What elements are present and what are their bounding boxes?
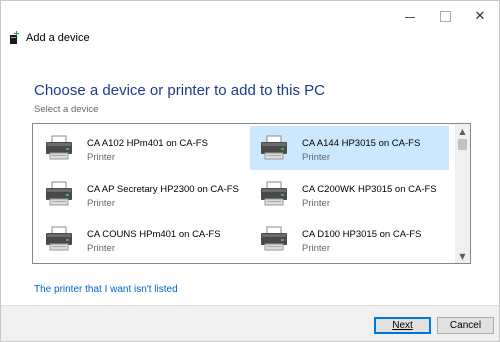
device-list[interactable]: CA A102 HPm401 on CA-FS Printer CA A144 …: [32, 123, 471, 264]
device-name: CA A144 HP3015 on CA-FS: [302, 138, 421, 149]
dialog-title: Add a device: [26, 32, 90, 44]
printer-icon: [44, 225, 74, 253]
scroll-thumb[interactable]: [458, 139, 467, 150]
device-name: CA C200WK HP3015 on CA-FS: [302, 184, 437, 195]
minimize-icon: [405, 16, 415, 18]
device-type: Printer: [302, 152, 330, 163]
device-item[interactable]: CA COUNS HPm401 on CA-FS Printer: [35, 217, 234, 261]
button-bar: Next Cancel: [1, 305, 499, 341]
device-type: Printer: [87, 243, 115, 254]
device-item[interactable]: CA C200WK HP3015 on CA-FS Printer: [250, 172, 449, 216]
printer-icon: [44, 180, 74, 208]
device-item[interactable]: CA AP Secretary HP2300 on CA-FS Printer: [35, 172, 239, 216]
add-device-window: ✕ Add a device Choose a device or printe…: [0, 0, 500, 342]
close-icon: ✕: [474, 8, 486, 24]
device-name: CA A102 HPm401 on CA-FS: [87, 138, 208, 149]
device-type: Printer: [302, 198, 330, 209]
next-button-label: Next: [392, 320, 413, 331]
device-type: Printer: [87, 152, 115, 163]
device-item[interactable]: CA D100 HP3015 on CA-FS Printer: [250, 217, 449, 261]
add-device-icon: [9, 31, 19, 45]
scroll-up-arrow-icon[interactable]: ▲: [455, 124, 470, 138]
printer-icon: [259, 180, 289, 208]
device-type: Printer: [302, 243, 330, 254]
next-button[interactable]: Next: [374, 317, 431, 334]
page-title: Choose a device or printer to add to thi…: [34, 82, 325, 99]
cancel-button[interactable]: Cancel: [437, 317, 494, 334]
page-subtitle: Select a device: [34, 104, 99, 115]
device-item[interactable]: CA A144 HP3015 on CA-FS Printer: [250, 126, 449, 170]
scroll-down-arrow-icon[interactable]: ▼: [455, 249, 470, 263]
maximize-icon: [439, 10, 451, 22]
device-item[interactable]: CA A102 HPm401 on CA-FS Printer: [35, 126, 234, 170]
vertical-scrollbar[interactable]: ▲ ▼: [455, 124, 470, 263]
cancel-button-label: Cancel: [449, 320, 482, 331]
maximize-button[interactable]: [430, 1, 460, 31]
device-name: CA COUNS HPm401 on CA-FS: [87, 229, 221, 240]
printer-not-listed-link[interactable]: The printer that I want isn't listed: [34, 284, 178, 295]
title-bar: ✕: [1, 1, 499, 31]
device-name: CA D100 HP3015 on CA-FS: [302, 229, 422, 240]
device-name: CA AP Secretary HP2300 on CA-FS: [87, 184, 239, 195]
device-type: Printer: [87, 198, 115, 209]
printer-icon: [259, 225, 289, 253]
dialog-header: Add a device: [9, 31, 90, 45]
minimize-button[interactable]: [395, 1, 425, 31]
printer-icon: [44, 134, 74, 162]
printer-icon: [259, 134, 289, 162]
close-button[interactable]: ✕: [465, 1, 495, 31]
